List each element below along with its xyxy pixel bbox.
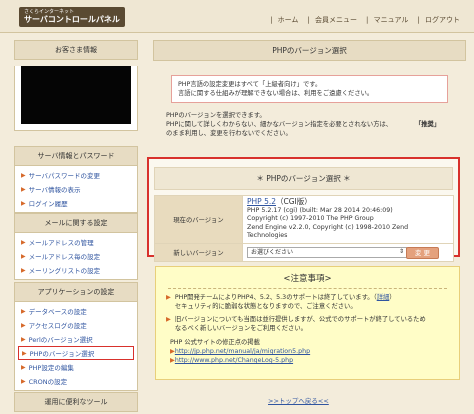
sidebar-section-mail: メールに関する設定 ▶ メールアドレスの管理 ▶ メールアドレス毎の設定 ▶ メーリン… bbox=[14, 213, 138, 280]
details-link[interactable]: 詳細 bbox=[377, 294, 390, 301]
version-select[interactable]: お選びください ⇕ bbox=[247, 246, 407, 258]
sidebar-item-php-version[interactable]: ▶ PHPのバージョン選択 bbox=[18, 346, 134, 360]
sidebar-section-app: アプリケーションの設定 ▶ データベースの設定 ▶ アクセスログの設定 ▶ Perlの… bbox=[14, 282, 138, 391]
selector-title: ＊ PHPのバージョン選択 ＊ bbox=[154, 167, 453, 190]
section-title: メールに関する設定 bbox=[14, 213, 138, 233]
sidebar-item-perl-version[interactable]: ▶ Perlのバージョン選択 bbox=[15, 332, 137, 346]
sidebar-item-mail-settings[interactable]: ▶ メールアドレス毎の設定 bbox=[15, 249, 137, 263]
notice-item: ▶ PHP開発チームによりPHP4、5.2、5.3のサポートは終了しています。（詳… bbox=[166, 294, 396, 310]
sidebar-item-access-log[interactable]: ▶ アクセスログの設定 bbox=[15, 318, 137, 332]
notice-title: <注意事項> bbox=[283, 274, 332, 284]
sidebar-item-mail-admin[interactable]: ▶ メールアドレスの管理 bbox=[15, 235, 137, 249]
sidebar-item-password[interactable]: ▶ サーバパスワードの変更 bbox=[15, 168, 137, 182]
nav-home[interactable]: | ホーム bbox=[267, 15, 304, 25]
table-row: 新しいバージョン お選びください ⇕ 変 更 bbox=[154, 242, 454, 262]
current-version-label: 現在のバージョン bbox=[154, 195, 243, 244]
section-title: サーバ情報とパスワード bbox=[14, 146, 138, 166]
changelog-link[interactable]: http://www.php.net/ChangeLog-5.php bbox=[175, 357, 293, 364]
header: さくらインターネット サーバコントロールパネル | ホーム | 会員メニュー | … bbox=[0, 0, 474, 33]
nav-member-menu[interactable]: | 会員メニュー bbox=[304, 15, 363, 25]
arrow-icon: ▶ bbox=[166, 294, 171, 301]
table-row: 現在のバージョン PHP 5.2（CGI版） PHP 5.2.17 (cgi) … bbox=[154, 195, 454, 244]
version-table: 現在のバージョン PHP 5.2（CGI版） PHP 5.2.17 (cgi) … bbox=[154, 195, 454, 262]
current-version-link[interactable]: PHP 5.2 bbox=[247, 197, 276, 206]
nav-manual[interactable]: | マニュアル bbox=[363, 15, 414, 25]
guest-info-panel: お客さま情報 bbox=[14, 40, 138, 131]
arrow-icon: ▶ bbox=[166, 316, 171, 323]
php-version-selector: ＊ PHPのバージョン選択 ＊ 現在のバージョン PHP 5.2（CGI版） P… bbox=[147, 157, 460, 262]
official-site-block: PHP 公式サイトの修正点の掲載 ▶http://jp.php.net/manu… bbox=[170, 339, 311, 364]
sidebar-item-cron[interactable]: ▶ CRONの設定 bbox=[15, 374, 137, 388]
brand-main: サーバコントロールパネル bbox=[24, 15, 120, 24]
sidebar-item-php-settings[interactable]: ▶ PHP設定の編集 bbox=[15, 360, 137, 374]
sidebar-item-database[interactable]: ▶ データベースの設定 bbox=[15, 304, 137, 318]
current-version-value: PHP 5.2（CGI版） PHP 5.2.17 (cgi) (built: M… bbox=[242, 195, 454, 244]
notice-box: <注意事項> ▶ PHP開発チームによりPHP4、5.2、5.3のサポートは終了し… bbox=[155, 266, 460, 380]
migration-link[interactable]: http://jp.php.net/manual/ja/migration5.p… bbox=[175, 348, 310, 355]
top-nav: | ホーム | 会員メニュー | マニュアル | ログアウト bbox=[267, 15, 466, 25]
new-version-label: 新しいバージョン bbox=[154, 242, 243, 262]
page-title: PHPのバージョン選択 bbox=[153, 40, 466, 61]
back-to-top-link[interactable]: >>トップへ戻る<< bbox=[268, 395, 329, 405]
brand-logo[interactable]: さくらインターネット サーバコントロールパネル bbox=[19, 7, 125, 27]
recommend-label: 「推奨」 bbox=[418, 121, 441, 128]
notice-item: ▶ 旧バージョンについても当面は並行提供しますが、公式でのサポートが終了しているた… bbox=[166, 316, 426, 332]
guest-info-redacted bbox=[21, 66, 131, 124]
guest-info-title: お客さま情報 bbox=[14, 40, 138, 60]
change-button[interactable]: 変 更 bbox=[405, 246, 439, 259]
section-title: アプリケーションの設定 bbox=[14, 282, 138, 302]
sidebar-item-login-history[interactable]: ▶ ログイン履歴 bbox=[15, 196, 137, 210]
section-title: 運用に便利なツール bbox=[14, 392, 138, 412]
main-content: PHPのバージョン選択 PHP言語の設定変更はすべて「上級者向け」です。 言語に… bbox=[153, 40, 466, 138]
nav-logout[interactable]: | ログアウト bbox=[414, 15, 466, 25]
sidebar-section-server: サーバ情報とパスワード ▶ サーバパスワードの変更 ▶ サーバ情報の表示 ▶ ログイン… bbox=[14, 146, 138, 213]
sidebar-item-mailing-list[interactable]: ▶ メーリングリストの設定 bbox=[15, 263, 137, 277]
sidebar-item-server-info[interactable]: ▶ サーバ情報の表示 bbox=[15, 182, 137, 196]
description: PHPのバージョンを選択できます。 PHPに関して詳しくわからない、細かなバージ… bbox=[166, 112, 441, 137]
sidebar-section-tools: 運用に便利なツール bbox=[14, 392, 138, 412]
chevron-down-icon: ⇕ bbox=[398, 247, 404, 255]
warning-box: PHP言語の設定変更はすべて「上級者向け」です。 言語に関する仕組みが理解できな… bbox=[171, 75, 448, 103]
